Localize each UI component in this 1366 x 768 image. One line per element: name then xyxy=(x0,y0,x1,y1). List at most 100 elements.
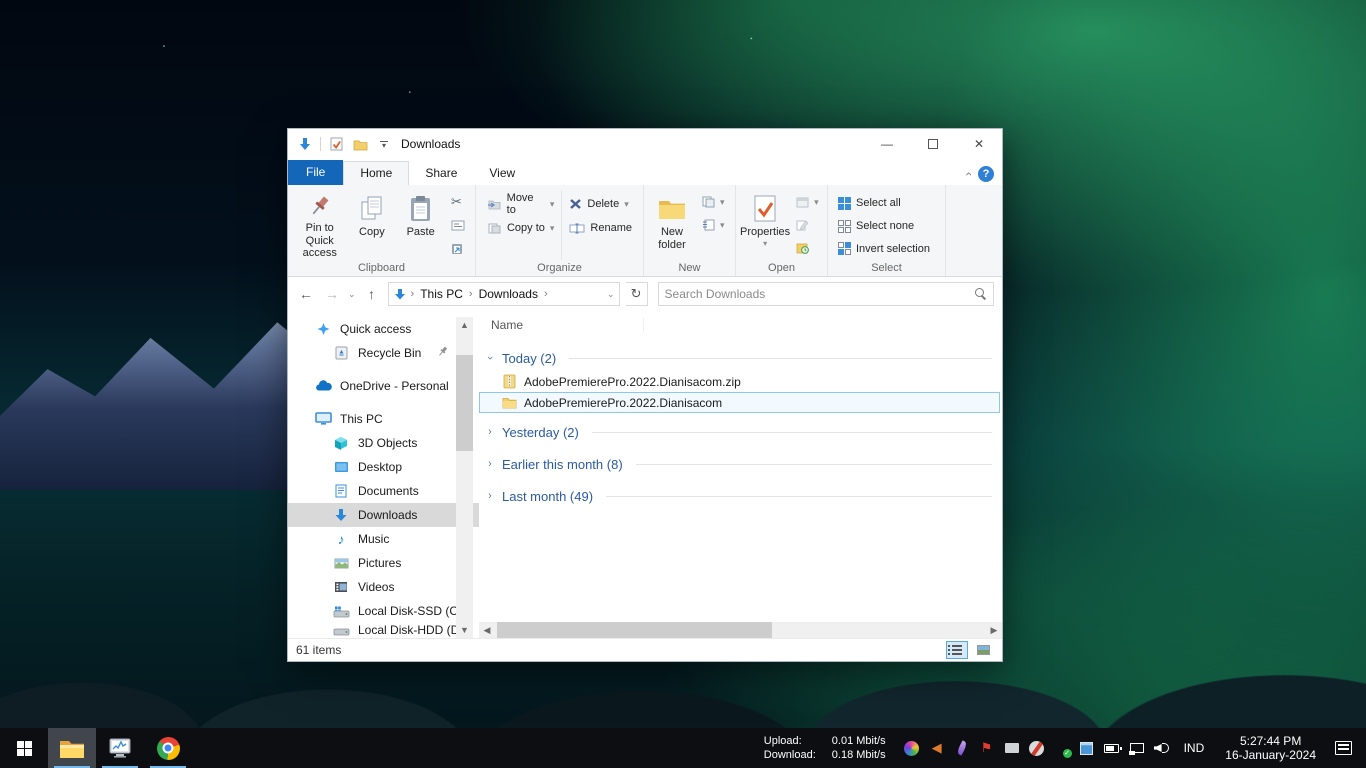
tray-battery-icon[interactable] xyxy=(1103,739,1121,757)
group-header-earlier-this-month[interactable]: › Earlier this month (8) xyxy=(479,451,1002,477)
minimize-button[interactable]: — xyxy=(864,129,910,159)
sidebar-item-local-disk-c[interactable]: Local Disk-SSD (C:) xyxy=(288,599,479,623)
tab-file[interactable]: File xyxy=(288,160,343,185)
taskbar-task-manager-button[interactable] xyxy=(96,728,144,768)
tab-home[interactable]: Home xyxy=(343,161,409,185)
search-box[interactable] xyxy=(658,282,994,306)
minimize-ribbon-icon[interactable]: › xyxy=(961,172,975,176)
group-header-yesterday[interactable]: › Yesterday (2) xyxy=(479,419,1002,445)
recent-locations-chevron-icon[interactable]: ⌄ xyxy=(348,289,356,300)
action-center-icon[interactable] xyxy=(1335,741,1352,755)
sidebar-item-3d-objects[interactable]: 3D Objects xyxy=(288,431,479,455)
search-icon[interactable] xyxy=(975,288,987,300)
taskbar-file-explorer-button[interactable] xyxy=(48,728,96,768)
cut-button[interactable]: ✂ xyxy=(448,192,468,212)
tray-volume-icon[interactable] xyxy=(1153,739,1171,757)
scroll-down-icon[interactable]: ▼ xyxy=(456,622,473,638)
customize-quick-access-toolbar-icon[interactable]: ▾ xyxy=(375,136,393,152)
sidebar-item-onedrive[interactable]: OneDrive - Personal xyxy=(288,374,479,398)
horizontal-scrollbar[interactable]: ◀ ▶ xyxy=(479,622,1002,638)
tab-view[interactable]: View xyxy=(473,162,531,185)
move-to-button[interactable]: Move to▾ xyxy=(484,194,557,214)
file-row-zip[interactable]: AdobePremierePro.2022.Dianisacom.zip xyxy=(479,371,1000,392)
forward-button[interactable]: → xyxy=(322,286,342,302)
search-input[interactable] xyxy=(665,287,975,301)
group-header-last-month[interactable]: › Last month (49) xyxy=(479,483,1002,509)
tray-red-flag-icon[interactable]: ⚑ xyxy=(978,739,996,757)
easy-access-button[interactable]: ▾ xyxy=(699,215,728,235)
start-button[interactable] xyxy=(0,728,48,768)
chevron-down-icon[interactable]: › xyxy=(484,353,496,363)
tray-ccleaner-icon[interactable] xyxy=(1028,739,1046,757)
chevron-right-icon[interactable]: › xyxy=(485,490,495,502)
refresh-button[interactable]: ↻ xyxy=(626,282,648,306)
tray-display-icon[interactable] xyxy=(1003,739,1021,757)
language-indicator[interactable]: IND xyxy=(1178,741,1211,755)
breadcrumb[interactable]: › This PC › Downloads › ⌄ xyxy=(388,282,620,306)
group-header-today[interactable]: › Today (2) xyxy=(479,345,1002,371)
taskbar-clock[interactable]: 5:27:44 PM 16-January-2024 xyxy=(1217,734,1324,762)
close-button[interactable]: ✕ xyxy=(956,129,1002,159)
breadcrumb-downloads[interactable]: Downloads xyxy=(477,287,540,301)
sidebar-scrollbar[interactable]: ▲ ▼ xyxy=(456,317,473,638)
paste-button[interactable]: Paste xyxy=(396,190,445,260)
net-speed-meter[interactable]: Upload: 0.01 Mbit/s Download: 0.18 Mbit/… xyxy=(764,735,886,762)
paste-shortcut-button[interactable] xyxy=(448,238,468,258)
breadcrumb-this-pc[interactable]: This PC xyxy=(418,287,465,301)
copy-to-button[interactable]: Copy to▾ xyxy=(484,218,557,238)
breadcrumb-chevron-icon[interactable]: › xyxy=(544,288,548,300)
up-button[interactable]: ↑ xyxy=(362,286,382,302)
scroll-up-icon[interactable]: ▲ xyxy=(456,317,473,333)
tray-color-wheel-icon[interactable] xyxy=(903,739,921,757)
scroll-left-icon[interactable]: ◀ xyxy=(479,625,495,636)
copy-path-button[interactable] xyxy=(448,215,468,235)
file-row-folder-selected[interactable]: AdobePremierePro.2022.Dianisacom xyxy=(479,392,1000,413)
tray-security-shield-icon[interactable]: ✓ xyxy=(1053,739,1071,757)
open-button[interactable]: ▾ xyxy=(793,192,822,212)
title-bar[interactable]: ▾ Downloads — ✕ xyxy=(288,129,1002,159)
chevron-right-icon[interactable]: › xyxy=(485,426,495,438)
scrollbar-thumb[interactable] xyxy=(456,355,473,451)
delete-button[interactable]: Delete▾ xyxy=(566,194,635,214)
new-folder-qat-icon[interactable] xyxy=(351,136,369,152)
help-icon[interactable]: ? xyxy=(978,166,994,182)
tray-orange-speaker-icon[interactable]: ◀ xyxy=(928,739,946,757)
breadcrumb-chevron-icon[interactable]: › xyxy=(469,288,473,300)
tray-network-icon[interactable] xyxy=(1128,739,1146,757)
chevron-right-icon[interactable]: › xyxy=(485,458,495,470)
tray-feather-icon[interactable] xyxy=(953,739,971,757)
properties-button[interactable]: Properties ▾ xyxy=(740,190,790,260)
new-folder-button[interactable]: New folder xyxy=(648,190,696,260)
maximize-button[interactable] xyxy=(910,129,956,159)
select-all-button[interactable]: Select all xyxy=(835,194,933,213)
new-item-button[interactable]: ▾ xyxy=(699,192,728,212)
sidebar-item-pictures[interactable]: Pictures xyxy=(288,551,479,575)
sidebar-item-desktop[interactable]: Desktop xyxy=(288,455,479,479)
sidebar-item-music[interactable]: ♪ Music xyxy=(288,527,479,551)
taskbar-chrome-button[interactable] xyxy=(144,728,192,768)
tray-blue-window-icon[interactable] xyxy=(1078,739,1096,757)
scrollbar-thumb[interactable] xyxy=(497,622,772,638)
sidebar-item-videos[interactable]: Videos xyxy=(288,575,479,599)
sidebar-item-quick-access[interactable]: Quick access xyxy=(288,317,479,341)
details-view-button[interactable] xyxy=(946,641,968,659)
properties-qat-icon[interactable] xyxy=(327,136,345,152)
column-header-name[interactable]: Name xyxy=(491,318,644,332)
pin-to-quick-access-button[interactable]: Pin to Quick access xyxy=(292,190,347,260)
sidebar-item-downloads[interactable]: Downloads xyxy=(288,503,479,527)
sidebar-item-documents[interactable]: Documents xyxy=(288,479,479,503)
tab-share[interactable]: Share xyxy=(409,162,473,185)
scroll-right-icon[interactable]: ▶ xyxy=(986,625,1002,636)
back-button[interactable]: ← xyxy=(296,286,316,302)
copy-button[interactable]: Copy xyxy=(347,190,396,260)
sidebar-item-recycle-bin[interactable]: Recycle Bin xyxy=(288,341,479,365)
rename-button[interactable]: Rename xyxy=(566,218,635,238)
history-button[interactable] xyxy=(793,238,822,258)
invert-selection-button[interactable]: Invert selection xyxy=(835,239,933,258)
sidebar-item-this-pc[interactable]: This PC xyxy=(288,407,479,431)
sidebar-item-local-disk-d[interactable]: Local Disk-HDD (D:) xyxy=(288,623,479,637)
thumbnails-view-button[interactable] xyxy=(972,641,994,659)
edit-button[interactable] xyxy=(793,215,822,235)
address-dropdown-chevron-icon[interactable]: ⌄ xyxy=(607,289,615,300)
select-none-button[interactable]: Select none xyxy=(835,217,933,236)
